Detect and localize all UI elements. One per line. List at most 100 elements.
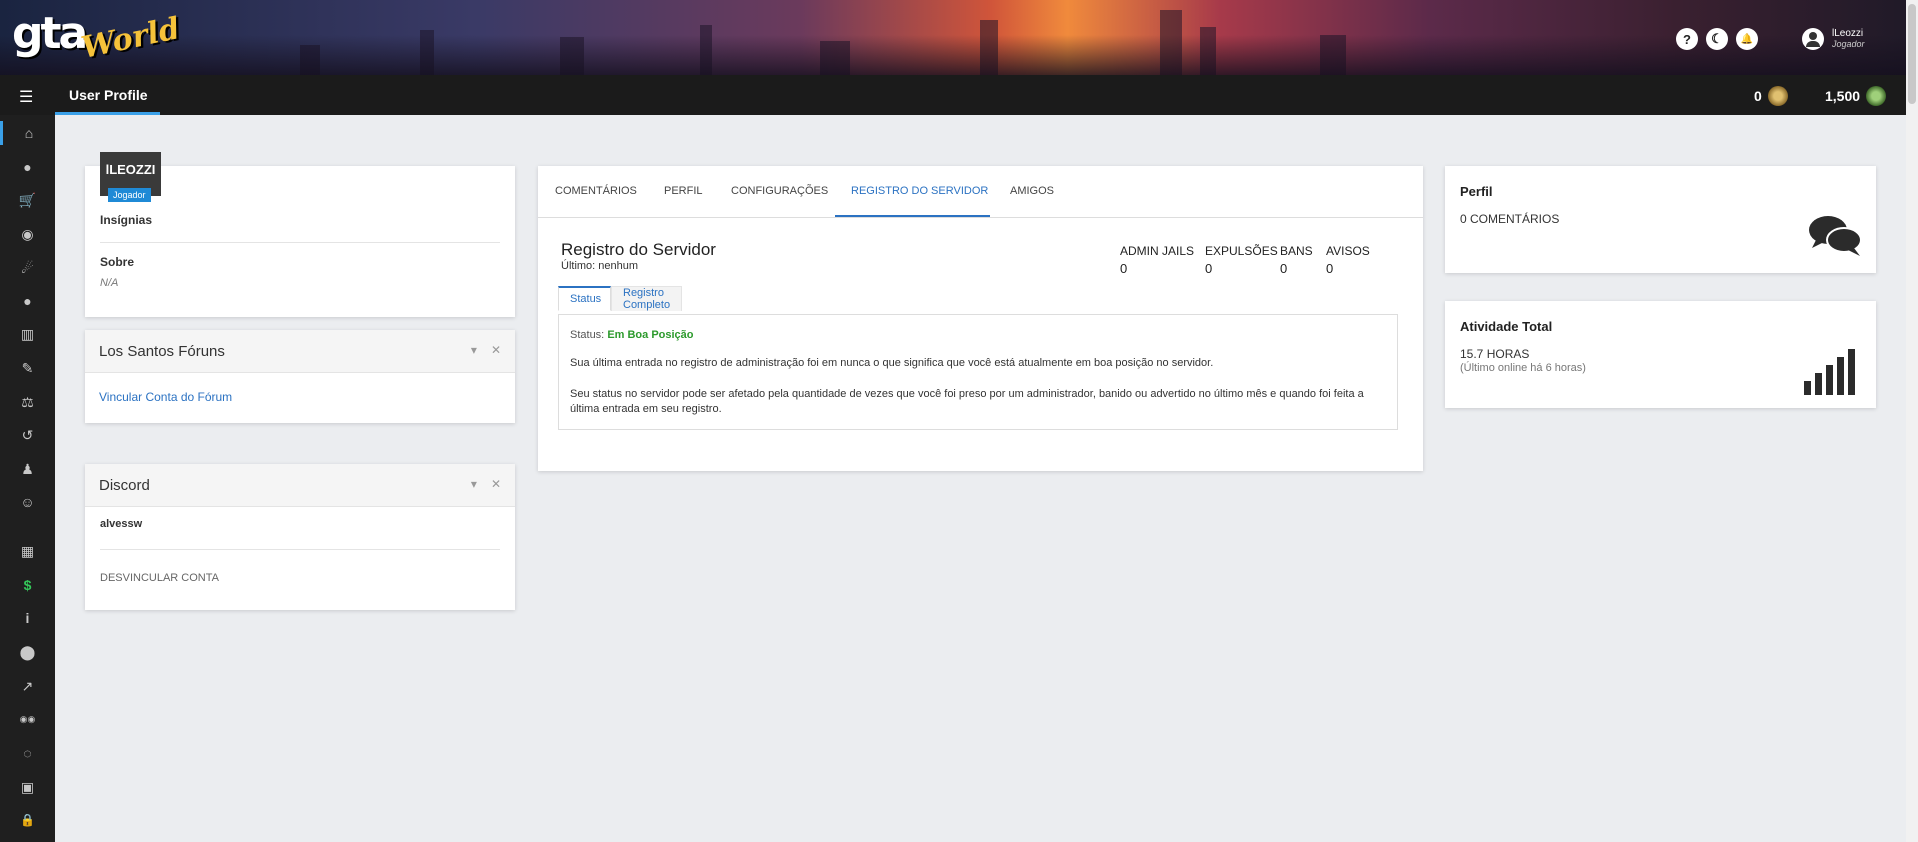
- subtab-status[interactable]: Status: [558, 286, 611, 311]
- top-navbar: ☰ User Profile 0 1,500: [0, 75, 1906, 115]
- comments-count: 0 COMENTÁRIOS: [1460, 212, 1560, 226]
- last-entry: Último: nenhum: [561, 260, 639, 272]
- subtab-registro-completo[interactable]: Registro Completo: [611, 286, 683, 311]
- sidebar-face-icon[interactable]: ☺: [0, 490, 55, 514]
- about-value: N/A: [100, 277, 119, 289]
- sidebar-building-icon[interactable]: ▥: [0, 322, 55, 346]
- forums-widget: Los Santos Fóruns ▾ ✕ Vincular Conta do …: [85, 330, 515, 423]
- sidebar-keyboard-icon[interactable]: ▦: [0, 539, 55, 563]
- help-icon[interactable]: ?: [1676, 28, 1698, 50]
- active-tab-indicator: [835, 215, 990, 217]
- perfil-summary-card: Perfil 0 COMENTÁRIOS: [1445, 166, 1876, 273]
- discord-widget-title: Discord: [99, 477, 150, 494]
- stat-expulsoes: EXPULSÕES 0: [1205, 244, 1278, 276]
- stat-label: BANS: [1280, 244, 1313, 258]
- status-label: Status:: [570, 329, 605, 341]
- stat-value: 0: [1120, 261, 1128, 276]
- stat-bans: BANS 0: [1280, 244, 1313, 276]
- tab-registro-do-servidor[interactable]: REGISTRO DO SERVIDOR: [851, 185, 988, 197]
- sidebar-users-icon[interactable]: ◉◉: [0, 707, 55, 731]
- forums-widget-header: Los Santos Fóruns ▾ ✕: [85, 330, 515, 373]
- sidebar-broadcast-icon[interactable]: ☄: [0, 256, 55, 280]
- page-title: User Profile: [69, 87, 148, 103]
- sidebar: ⌂ ● 🛒 ◉ ☄ ● ▥ ✎ ⚖ ↺ ♟ ☺ ▦ $ i ⬤ ↗ ◉◉ ◌ ▣…: [0, 115, 55, 842]
- collapse-icon[interactable]: ▾: [471, 343, 477, 357]
- stat-label: ADMIN JAILS: [1120, 244, 1195, 258]
- site-logo[interactable]: gta World: [12, 8, 183, 66]
- activity-card-title: Atividade Total: [1460, 319, 1553, 334]
- profile-tabs: COMENTÁRIOS PERFIL CONFIGURAÇÕES REGISTR…: [538, 166, 1423, 218]
- sidebar-cart-icon[interactable]: 🛒: [0, 188, 55, 212]
- currency-coins: 0: [1754, 86, 1788, 106]
- sidebar-external-link-icon[interactable]: ↗: [0, 674, 55, 698]
- collapse-icon[interactable]: ▾: [471, 477, 477, 491]
- hamburger-menu-icon[interactable]: ☰: [19, 87, 33, 107]
- user-avatar-icon: [1802, 28, 1824, 50]
- sidebar-lock-icon[interactable]: 🔒: [0, 808, 55, 832]
- sidebar-comments-icon[interactable]: ◌: [0, 741, 55, 765]
- activity-card: Atividade Total 15.7 HORAS (Último onlin…: [1445, 301, 1876, 408]
- moon-icon[interactable]: ☾: [1706, 28, 1728, 50]
- comments-icon: [1809, 216, 1862, 256]
- divider: [100, 242, 500, 243]
- sidebar-user-icon[interactable]: ●: [0, 155, 55, 179]
- stat-value: 0: [1205, 261, 1213, 276]
- unlink-account-button[interactable]: DESVINCULAR CONTA: [100, 572, 219, 584]
- user-name: lLeozzi: [1832, 28, 1864, 39]
- last-online: (Último online há 6 horas): [1460, 362, 1586, 374]
- stat-admin-jails: ADMIN JAILS 0: [1120, 244, 1194, 276]
- user-menu[interactable]: lLeozzi Jogador: [1802, 28, 1865, 50]
- currency-coins-value: 0: [1754, 88, 1762, 104]
- profile-username: lLEOZZI: [105, 162, 156, 177]
- logo-accent: World: [78, 11, 184, 66]
- tab-amigos[interactable]: AMIGOS: [1010, 185, 1054, 197]
- sidebar-info-icon[interactable]: i: [0, 606, 55, 630]
- sidebar-chat-icon[interactable]: ●: [0, 289, 55, 313]
- link-forum-account-link[interactable]: Vincular Conta do Fórum: [99, 390, 232, 404]
- status-paragraph-1: Sua última entrada no registro de admini…: [570, 357, 1214, 369]
- tab-comentarios[interactable]: COMENTÁRIOS: [555, 185, 637, 197]
- coin-icon: [1767, 86, 1788, 106]
- sidebar-scale-icon[interactable]: ⚖: [0, 390, 55, 414]
- badges-label: Insígnias: [100, 213, 153, 227]
- header-banner: gta World ? ☾ 🔔 lLeozzi Jogador: [0, 0, 1906, 75]
- discord-username: alvessw: [100, 518, 143, 530]
- stat-label: EXPULSÕES: [1205, 244, 1278, 258]
- divider: [100, 549, 500, 550]
- role-badge: Jogador: [108, 188, 151, 202]
- sidebar-brush-icon[interactable]: ✎: [0, 356, 55, 380]
- activity-hours: 15.7 HORAS: [1460, 347, 1530, 361]
- sidebar-map-pin-icon[interactable]: ⬤: [0, 640, 55, 664]
- tab-configuracoes[interactable]: CONFIGURAÇÕES: [731, 185, 828, 197]
- sidebar-history-icon[interactable]: ↺: [0, 423, 55, 447]
- tab-perfil[interactable]: PERFIL: [664, 185, 703, 197]
- page-title-underline: [55, 112, 160, 115]
- perfil-card-title: Perfil: [1460, 184, 1493, 199]
- sidebar-user-tie-icon[interactable]: ♟: [0, 457, 55, 481]
- status-panel: Status: Em Boa Posição Sua última entrad…: [558, 314, 1398, 430]
- currency-points-value: 1,500: [1825, 88, 1861, 104]
- sidebar-home-icon[interactable]: ⌂: [0, 121, 55, 145]
- currency-points: 1,500: [1825, 86, 1887, 106]
- sidebar-discord-icon[interactable]: ▣: [0, 775, 55, 799]
- close-icon[interactable]: ✕: [491, 343, 501, 357]
- about-label: Sobre: [100, 255, 135, 269]
- stat-value: 0: [1280, 261, 1288, 276]
- main-content-card: COMENTÁRIOS PERFIL CONFIGURAÇÕES REGISTR…: [538, 166, 1423, 471]
- forums-widget-title: Los Santos Fóruns: [99, 343, 225, 360]
- profile-card: lLEOZZI Jogador Insígnias Sobre N/A: [85, 152, 515, 317]
- stat-avisos: AVISOS 0: [1326, 244, 1370, 276]
- section-title: Registro do Servidor: [561, 240, 716, 259]
- sidebar-dollar-icon[interactable]: $: [0, 573, 55, 597]
- user-role: Jogador: [1832, 39, 1865, 49]
- close-icon[interactable]: ✕: [491, 477, 501, 491]
- stat-label: AVISOS: [1326, 244, 1370, 258]
- status-value: Em Boa Posição: [607, 329, 694, 341]
- sidebar-mask-icon[interactable]: ◉: [0, 222, 55, 246]
- bell-icon[interactable]: 🔔: [1736, 28, 1758, 50]
- status-paragraph-2: Seu status no servidor pode ser afetado …: [570, 388, 1364, 415]
- points-icon: [1866, 86, 1887, 106]
- discord-widget-header: Discord ▾ ✕: [85, 464, 515, 507]
- avatar: lLEOZZI Jogador: [100, 152, 161, 202]
- page-scrollbar[interactable]: [1906, 0, 1918, 842]
